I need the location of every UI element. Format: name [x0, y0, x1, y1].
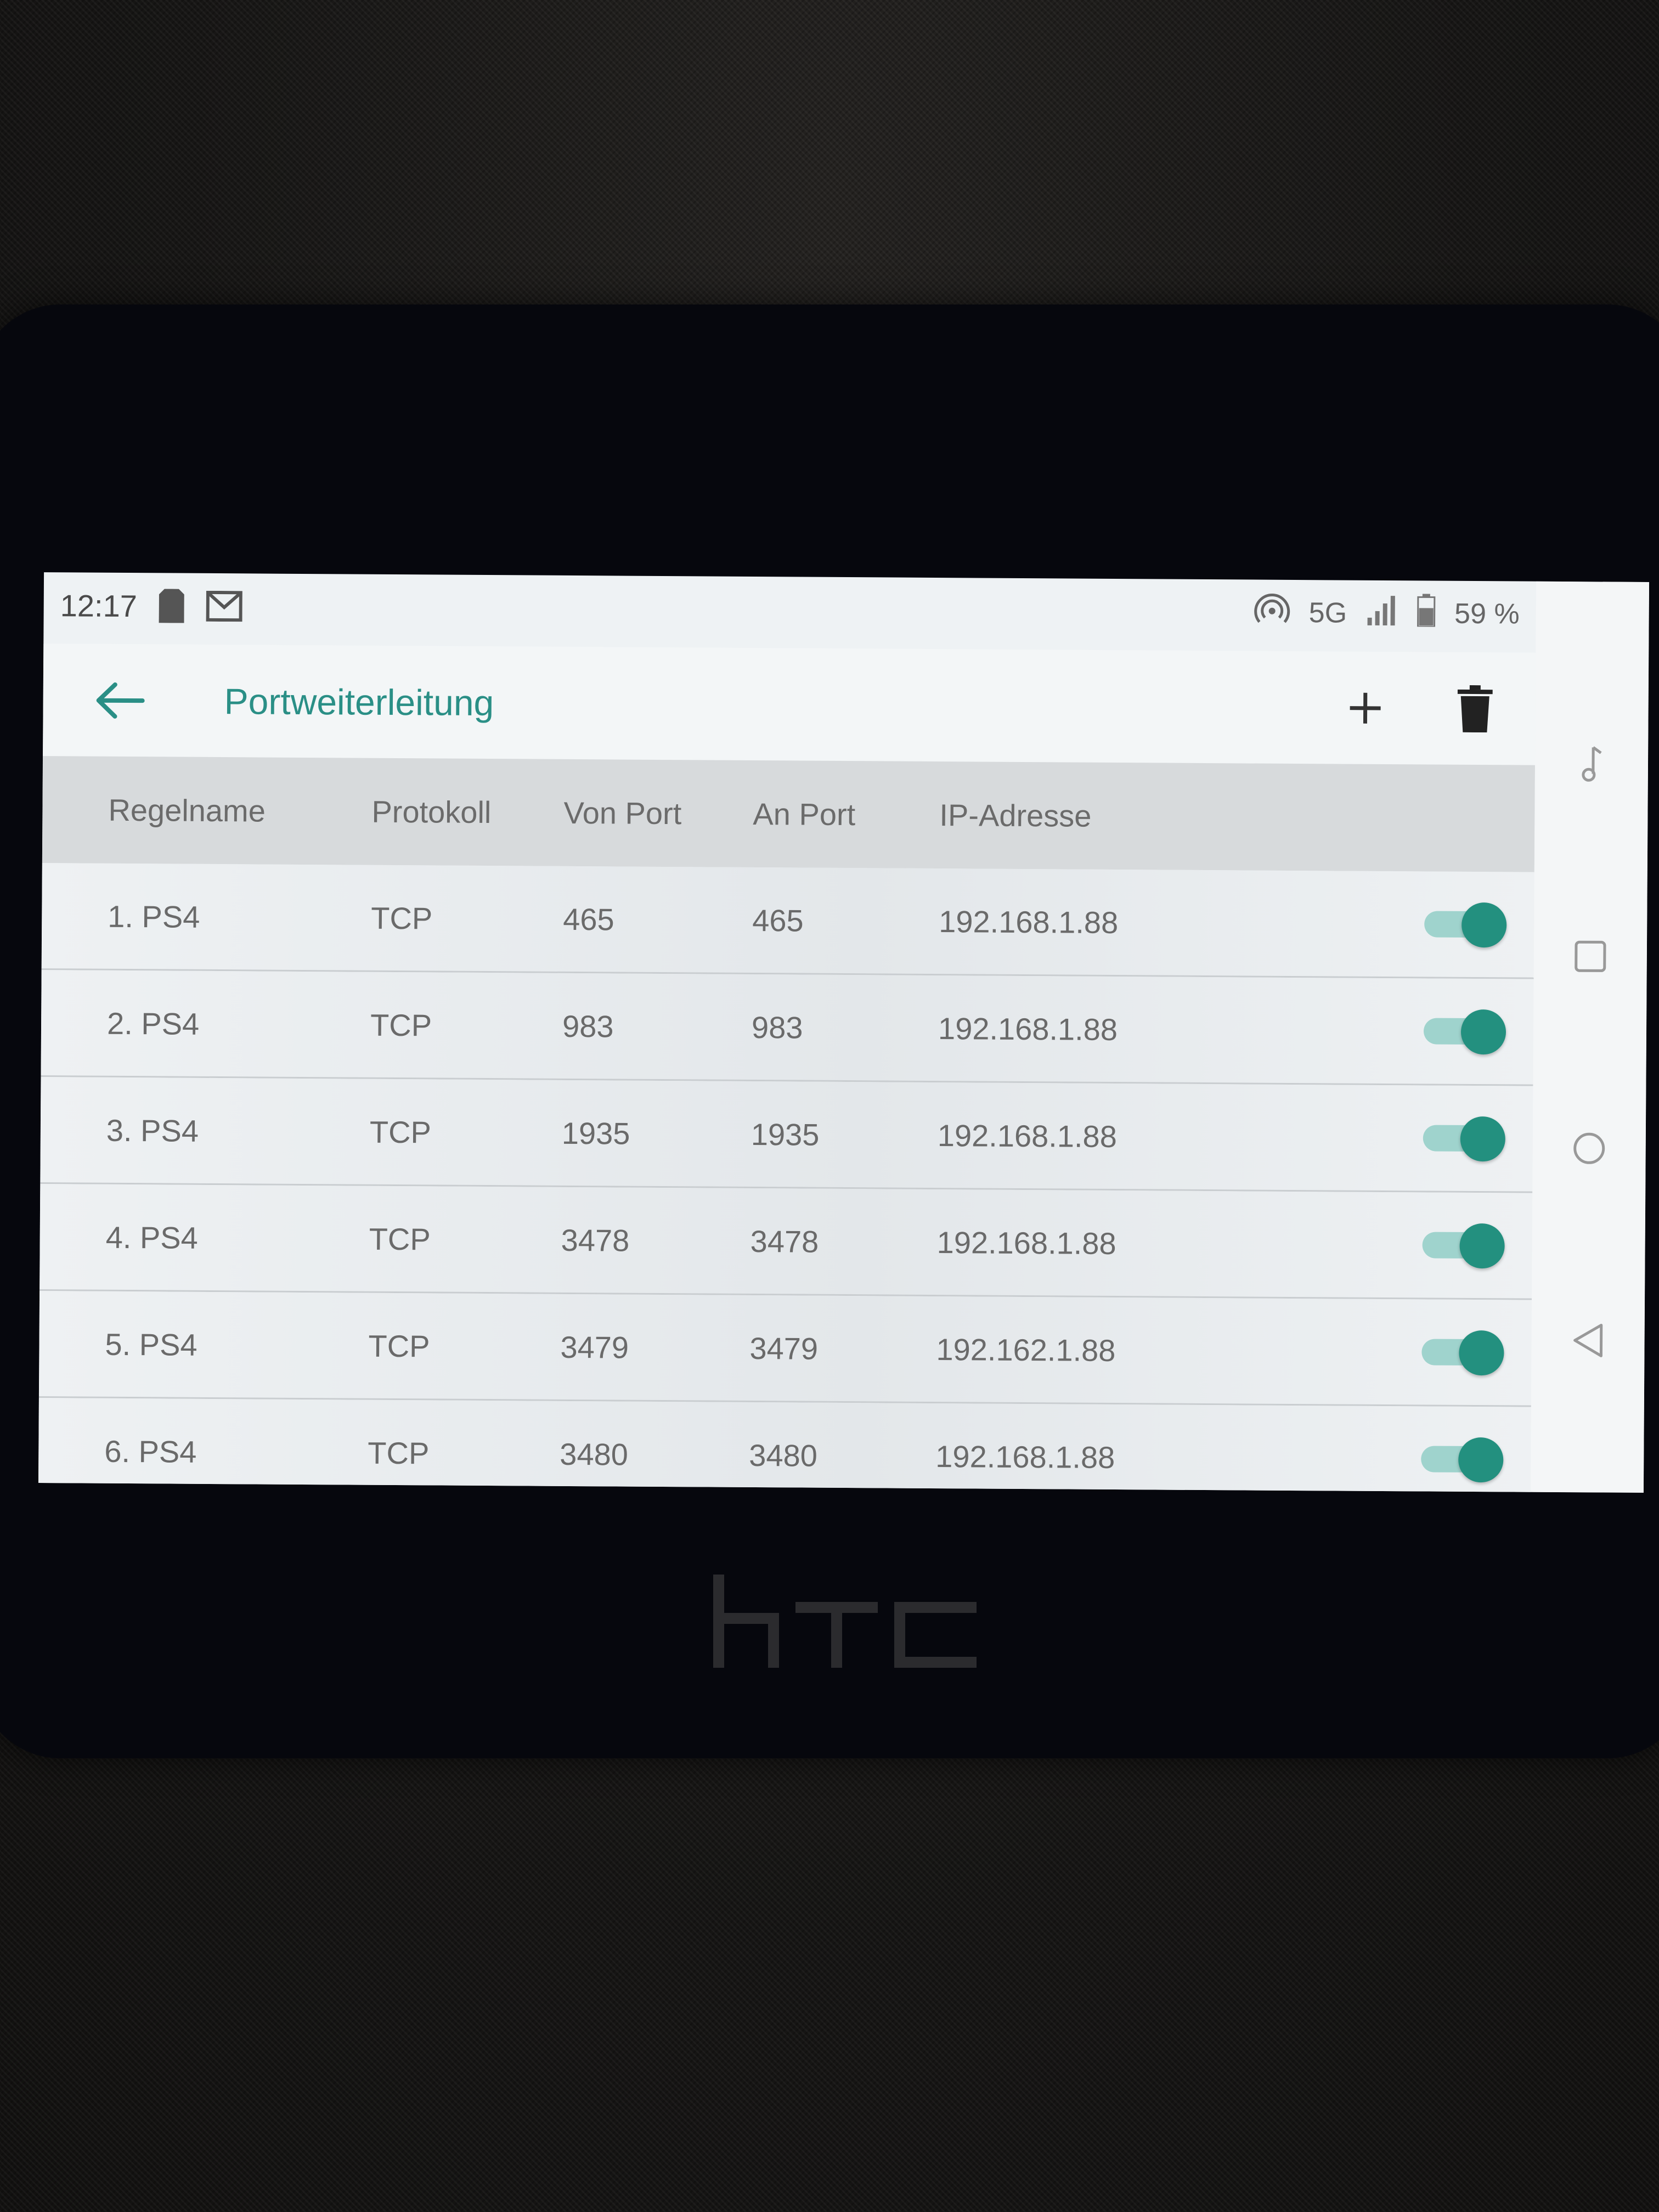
- htc-logo: [713, 1575, 988, 1673]
- cell-to-port: 3478: [750, 1223, 819, 1259]
- rule-toggle[interactable]: [1422, 1223, 1505, 1269]
- hotspot-icon: [1254, 591, 1290, 634]
- cell-rule-name: 2. PS4: [106, 1006, 200, 1041]
- cell-protocol: TCP: [369, 1114, 432, 1149]
- table-row[interactable]: 5. PS4 TCP 3479 3479 192.162.1.88: [38, 1291, 1532, 1407]
- cell-rule-name: 3. PS4: [106, 1113, 199, 1148]
- cell-to-port: 983: [751, 1009, 803, 1045]
- trash-icon: [1457, 685, 1493, 732]
- header-protocol: Protokoll: [371, 794, 492, 830]
- cell-rule-name: 4. PS4: [105, 1220, 198, 1255]
- cell-from-port: 465: [563, 901, 614, 936]
- status-bar: 12:17 5G 59 %: [43, 572, 1536, 647]
- header-ip-address: IP-Adresse: [939, 798, 1092, 833]
- table-row[interactable]: 2. PS4 TCP 983 983 192.168.1.88: [41, 970, 1534, 1086]
- back-triangle-icon[interactable]: [1564, 1317, 1612, 1364]
- cell-to-port: 3480: [749, 1437, 818, 1473]
- status-right-group: 5G 59 %: [1254, 591, 1520, 636]
- table-header: Regelname Protokoll Von Port An Port IP-…: [42, 756, 1536, 872]
- cell-from-port: 3478: [561, 1222, 630, 1258]
- app-bar-actions: [1332, 675, 1508, 742]
- cell-protocol: TCP: [371, 900, 433, 935]
- header-to-port: An Port: [753, 796, 856, 832]
- music-note-icon[interactable]: [1568, 741, 1616, 788]
- cell-protocol: TCP: [368, 1435, 430, 1470]
- port-forwarding-table: Regelname Protokoll Von Port An Port IP-…: [38, 756, 1536, 1493]
- add-rule-button[interactable]: [1332, 675, 1398, 741]
- rule-toggle[interactable]: [1421, 1330, 1504, 1376]
- cell-from-port: 3479: [560, 1329, 629, 1365]
- header-from-port: Von Port: [563, 795, 682, 831]
- rule-toggle[interactable]: [1424, 902, 1507, 948]
- plus-icon: [1350, 692, 1381, 724]
- cell-protocol: TCP: [369, 1221, 431, 1256]
- table-row[interactable]: 3. PS4 TCP 1935 1935 192.168.1.88: [40, 1077, 1533, 1193]
- recents-square-icon[interactable]: [1567, 933, 1615, 980]
- cell-protocol: TCP: [370, 1007, 432, 1042]
- cell-ip-address: 192.168.1.88: [937, 1118, 1118, 1154]
- battery-percent: 59 %: [1454, 597, 1520, 630]
- cell-to-port: 1935: [751, 1116, 820, 1152]
- cell-protocol: TCP: [368, 1328, 430, 1363]
- back-button[interactable]: [87, 667, 153, 733]
- rule-toggle[interactable]: [1421, 1437, 1504, 1483]
- cell-rule-name: 6. PS4: [104, 1434, 197, 1469]
- cell-from-port: 3480: [560, 1436, 629, 1472]
- back-arrow-icon: [96, 682, 145, 719]
- cell-to-port: 465: [752, 902, 804, 938]
- battery-icon: [1417, 593, 1436, 634]
- table-row[interactable]: 4. PS4 TCP 3478 3478 192.168.1.88: [40, 1184, 1533, 1300]
- table-row[interactable]: 6. PS4 TCP 3480 3480 192.168.1.88: [38, 1398, 1531, 1493]
- signal-icon: [1365, 593, 1398, 633]
- cell-to-port: 3479: [749, 1330, 819, 1366]
- cell-rule-name: 5. PS4: [105, 1327, 198, 1362]
- cell-rule-name: 1. PS4: [108, 899, 200, 934]
- mail-icon: [206, 590, 243, 622]
- cell-ip-address: 192.168.1.88: [936, 1224, 1116, 1261]
- table-row[interactable]: 1. PS4 TCP 465 465 192.168.1.88: [41, 863, 1534, 979]
- delete-button[interactable]: [1442, 675, 1508, 742]
- cell-from-port: 1935: [561, 1115, 630, 1151]
- cell-ip-address: 192.168.1.88: [938, 1011, 1118, 1047]
- sim-card-icon: [159, 589, 184, 623]
- app-bar: Portweiterleitung: [43, 644, 1536, 765]
- home-circle-icon[interactable]: [1565, 1125, 1613, 1172]
- cell-ip-address: 192.168.1.88: [935, 1438, 1115, 1475]
- page-title: Portweiterleitung: [224, 680, 494, 723]
- cell-ip-address: 192.162.1.88: [936, 1331, 1116, 1368]
- cell-ip-address: 192.168.1.88: [939, 904, 1119, 940]
- header-rule-name: Regelname: [108, 792, 266, 828]
- cell-from-port: 983: [562, 1008, 614, 1043]
- rule-toggle[interactable]: [1423, 1009, 1506, 1055]
- rule-toggle[interactable]: [1423, 1116, 1506, 1162]
- network-5g-icon: 5G: [1308, 597, 1347, 629]
- navigation-bar: [1530, 581, 1650, 1493]
- device-screen: 12:17 5G 59 % Portweiterleitung Regelnam…: [38, 572, 1650, 1493]
- status-time: 12:17: [60, 588, 138, 623]
